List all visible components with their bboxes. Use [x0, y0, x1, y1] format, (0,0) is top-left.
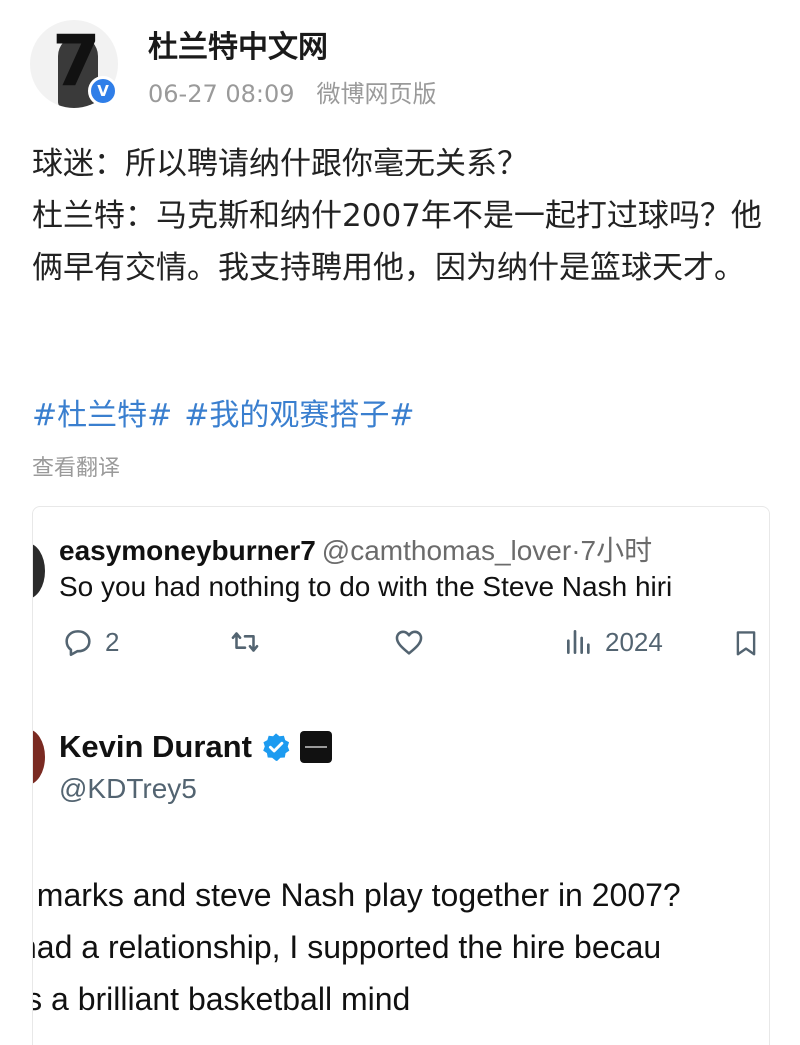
embedded-tweet-screenshot[interactable]: easymoneyburner7 @camthomas_lover·7小时 So …: [32, 506, 770, 1045]
reply-user-name: easymoneyburner7: [59, 535, 316, 566]
kd-tweet-line: is a brilliant basketball mind: [32, 981, 411, 1017]
retweet-action: [227, 625, 263, 659]
hashtag-durant[interactable]: #杜兰特#: [32, 398, 172, 433]
heart-icon: [395, 630, 423, 655]
kd-avatar: [33, 729, 45, 785]
reply-user-line: easymoneyburner7 @camthomas_lover·7小时: [59, 529, 652, 569]
views-count: 2024: [605, 626, 663, 657]
kd-name-line: Kevin Durant: [59, 729, 332, 765]
reply-count: 2: [105, 626, 120, 657]
kd-tweet-text: : marks and steve Nash play together in …: [32, 869, 681, 1025]
post-line-answer: 杜兰特：马克斯和纳什2007年不是一起打过球吗？他俩早有交情。我支持聘用他，因为…: [32, 198, 762, 286]
retweet-icon: [231, 632, 259, 652]
tweet-action-bar: 2 2024: [59, 625, 769, 671]
reply-user-handle: @camthomas_lover·7小时: [321, 535, 653, 566]
post-meta: 06-27 08:09 微博网页版: [148, 74, 437, 109]
post-line-question: 球迷：所以聘请纳什跟你毫无关系？: [32, 146, 528, 182]
twitter-verified-icon: [263, 733, 290, 761]
reply-action: 2: [61, 625, 119, 659]
kd-handle: @KDTrey5: [59, 773, 197, 804]
bookmark-action: [731, 625, 761, 661]
hashtag-list: #杜兰特# #我的观赛搭子#: [32, 390, 427, 434]
post-source: 微博网页版: [316, 80, 437, 108]
verified-icon: V: [88, 76, 118, 106]
views-icon: [567, 630, 590, 654]
view-translation-link[interactable]: 查看翻译: [32, 450, 120, 482]
post-timestamp: 06-27 08:09: [148, 80, 295, 108]
kd-tweet-line: had a relationship, I supported the hire…: [32, 929, 662, 965]
bookmark-icon: [736, 631, 756, 656]
like-action: [391, 625, 427, 659]
reply-icon: [65, 630, 91, 657]
kd-tweet-line: : marks and steve Nash play together in …: [32, 877, 681, 913]
reply-user-avatar: [33, 543, 45, 599]
kd-display-name: Kevin Durant: [59, 729, 252, 764]
post-text: 球迷：所以聘请纳什跟你毫无关系？ 杜兰特：马克斯和纳什2007年不是一起打过球吗…: [32, 138, 772, 294]
reply-tweet-text: So you had nothing to do with the Steve …: [59, 571, 673, 602]
views-action: 2024: [563, 625, 663, 659]
hashtag-watch-buddy[interactable]: #我的观赛搭子#: [184, 398, 414, 433]
author-name[interactable]: 杜兰特中文网: [148, 22, 328, 66]
boardroom-icon: [299, 731, 332, 763]
